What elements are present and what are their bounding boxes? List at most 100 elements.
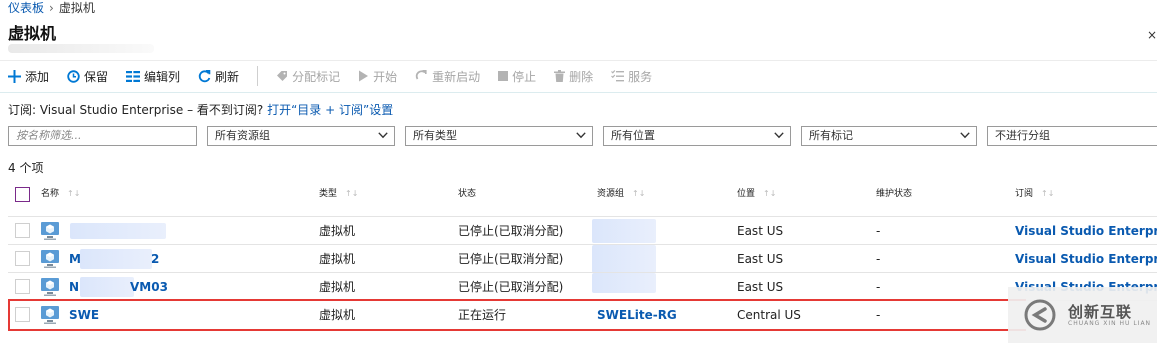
- plus-icon: [8, 69, 21, 83]
- add-button-label: 添加: [25, 69, 50, 84]
- location-filter-value: 所有位置: [611, 129, 655, 142]
- vm-subscription-link[interactable]: Visual Studio Enterpr...: [1015, 217, 1157, 245]
- save-button[interactable]: 保留: [67, 64, 108, 88]
- row-checkbox[interactable]: [15, 251, 30, 266]
- vm-location: East US: [737, 280, 784, 294]
- edit-columns-button[interactable]: 编辑列: [126, 64, 180, 88]
- logo-icon: [1024, 299, 1056, 331]
- play-icon: [359, 70, 369, 82]
- vm-maintenance: -: [876, 252, 881, 266]
- vm-location: East US: [737, 252, 784, 266]
- vm-name-link-prefix[interactable]: N: [69, 273, 79, 301]
- row-checkbox[interactable]: [15, 223, 30, 238]
- sort-arrows-icon: ↑↓: [1041, 189, 1055, 198]
- refresh-button[interactable]: 刷新: [198, 64, 239, 88]
- restart-button-label: 重新启动: [432, 69, 481, 84]
- virtual-machine-icon: [41, 250, 59, 268]
- sort-arrows-icon: ↑↓: [345, 189, 359, 198]
- columns-icon: [126, 70, 141, 82]
- resource-group-filter[interactable]: 所有资源组: [207, 126, 395, 146]
- clock-icon: [67, 69, 80, 83]
- directory-subscription-settings-link[interactable]: 打开“目录 + 订阅”设置: [267, 103, 393, 117]
- sort-arrows-icon: ↑↓: [67, 189, 81, 198]
- type-filter[interactable]: 所有类型: [405, 126, 593, 146]
- page-title: 虚拟机: [8, 24, 57, 43]
- redacted-resource-group: [592, 273, 656, 293]
- type-filter-value: 所有类型: [413, 129, 457, 142]
- breadcrumb: 仪表板 › 虚拟机: [8, 0, 95, 16]
- redacted-resource-group: [592, 245, 656, 273]
- column-header-resource-group[interactable]: 资源组 ↑↓: [597, 188, 645, 200]
- services-button-label: 服务: [628, 69, 653, 84]
- vm-maintenance: -: [876, 224, 881, 238]
- redacted-name: [80, 249, 152, 269]
- column-header-name[interactable]: 名称 ↑↓: [41, 188, 80, 200]
- close-icon[interactable]: ×: [1147, 28, 1157, 42]
- refresh-icon: [198, 69, 211, 82]
- column-header-subscription[interactable]: 订阅 ↑↓: [1015, 188, 1054, 200]
- toolbar-divider-line: [0, 92, 1157, 93]
- column-header-maintenance[interactable]: 维护状态: [876, 188, 912, 200]
- edit-columns-label: 编辑列: [144, 69, 181, 84]
- start-button[interactable]: 开始: [358, 64, 397, 88]
- save-button-label: 保留: [84, 69, 109, 84]
- column-header-status-label: 状态: [458, 189, 477, 199]
- resource-group-filter-value: 所有资源组: [215, 129, 270, 142]
- breadcrumb-dashboard-link[interactable]: 仪表板: [8, 1, 44, 15]
- highlight-box: [8, 299, 1026, 331]
- subtitle-redacted: [8, 44, 154, 53]
- delete-button[interactable]: 删除: [554, 64, 593, 88]
- vm-type: 虚拟机: [319, 252, 356, 266]
- column-header-location-label: 位置: [737, 189, 756, 199]
- vm-maintenance: -: [876, 280, 881, 294]
- vm-subscription-link[interactable]: Visual Studio Enterpr...: [1015, 245, 1157, 273]
- vm-status: 已停止(已取消分配): [458, 224, 564, 238]
- tag-icon: [277, 71, 288, 81]
- chevron-down-icon: [378, 132, 388, 139]
- header-divider: [0, 60, 1157, 61]
- checklist-icon: [611, 70, 625, 82]
- stop-button-label: 停止: [512, 69, 537, 84]
- vm-status: 已停止(已取消分配): [458, 280, 564, 294]
- column-header-maintenance-label: 维护状态: [876, 189, 913, 199]
- column-header-subscription-label: 订阅: [1015, 189, 1034, 199]
- virtual-machine-icon: [41, 222, 59, 240]
- vm-name-link-suffix[interactable]: VM03: [130, 273, 168, 301]
- column-header-type[interactable]: 类型 ↑↓: [319, 188, 358, 200]
- tags-filter-value: 所有标记: [809, 129, 853, 142]
- breadcrumb-separator: ›: [49, 1, 54, 15]
- stop-button[interactable]: 停止: [498, 64, 536, 88]
- table-row[interactable]: N VM03 虚拟机 已停止(已取消分配) East US - Visual S…: [8, 272, 1157, 300]
- sort-arrows-icon: ↑↓: [632, 189, 646, 198]
- assign-tags-button[interactable]: 分配标记: [276, 64, 340, 88]
- vm-name-link-suffix[interactable]: 2: [151, 245, 159, 273]
- location-filter[interactable]: 所有位置: [603, 126, 791, 146]
- trash-icon: [554, 70, 566, 82]
- select-all-checkbox[interactable]: [15, 187, 30, 202]
- name-filter-input[interactable]: 按名称筛选...: [8, 126, 197, 146]
- column-header-location[interactable]: 位置 ↑↓: [737, 188, 776, 200]
- grouping-filter-value: 不进行分组: [995, 129, 1050, 142]
- tags-filter[interactable]: 所有标记: [801, 126, 977, 146]
- grouping-filter[interactable]: 不进行分组: [987, 126, 1157, 146]
- redacted-resource-group: [592, 219, 656, 243]
- watermark: 创新互联 CHUANG XIN HU LIAN: [1008, 287, 1157, 343]
- breadcrumb-current: 虚拟机: [58, 1, 95, 15]
- vm-location: East US: [737, 224, 784, 238]
- add-button[interactable]: 添加: [8, 64, 49, 88]
- subscription-notice: 订阅: Visual Studio Enterprise – 看不到订阅? 打开…: [8, 102, 393, 118]
- restart-button[interactable]: 重新启动: [415, 64, 480, 88]
- table-row[interactable]: 虚拟机 已停止(已取消分配) East US - Visual Studio E…: [8, 216, 1157, 244]
- command-bar: 添加 保留 编辑列 刷新 分配标记 开始 重新启动 停止 删除 服务: [8, 64, 670, 88]
- column-header-type-label: 类型: [319, 189, 338, 199]
- restart-icon: [415, 70, 427, 80]
- row-checkbox[interactable]: [15, 279, 30, 294]
- toolbar-divider: [257, 66, 259, 86]
- chevron-down-icon: [576, 132, 586, 139]
- column-header-status[interactable]: 状态: [458, 188, 476, 200]
- column-header-resource-group-label: 资源组: [597, 189, 625, 199]
- table-row[interactable]: M 2 虚拟机 已停止(已取消分配) East US - Visual Stud…: [8, 244, 1157, 273]
- services-button[interactable]: 服务: [611, 64, 652, 88]
- delete-button-label: 删除: [569, 69, 594, 84]
- virtual-machine-icon: [41, 278, 59, 296]
